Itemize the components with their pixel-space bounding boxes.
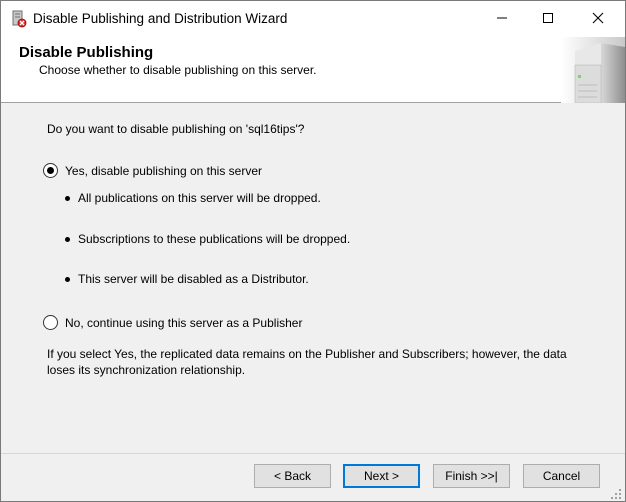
bullet-icon xyxy=(65,236,70,242)
radio-no-label: No, continue using this server as a Publ… xyxy=(65,315,303,330)
page-title: Disable Publishing xyxy=(19,44,154,61)
maximize-button[interactable] xyxy=(525,1,571,35)
wizard-server-icon xyxy=(9,9,29,29)
next-button[interactable]: Next > xyxy=(343,464,420,488)
radio-yes-label: Yes, disable publishing on this server xyxy=(65,163,263,178)
question-text: Do you want to disable publishing on 'sq… xyxy=(47,122,305,136)
bullet-text: This server will be disabled as a Distri… xyxy=(78,272,309,286)
radio-yes-disable[interactable]: Yes, disable publishing on this server xyxy=(43,163,262,178)
minimize-button[interactable] xyxy=(479,1,525,35)
finish-button[interactable]: Finish >>| xyxy=(433,464,510,488)
minimize-icon xyxy=(497,17,507,19)
back-button[interactable]: < Back xyxy=(254,464,331,488)
title-bar[interactable]: Disable Publishing and Distribution Wiza… xyxy=(1,1,625,37)
close-button[interactable] xyxy=(575,1,621,35)
wizard-window: Disable Publishing and Distribution Wiza… xyxy=(0,0,626,502)
maximize-icon xyxy=(543,13,553,23)
bullet-text: All publications on this server will be … xyxy=(78,191,321,205)
close-icon xyxy=(592,12,604,24)
cancel-button[interactable]: Cancel xyxy=(523,464,600,488)
resize-grip-icon[interactable] xyxy=(609,487,623,501)
page-subtitle: Choose whether to disable publishing on … xyxy=(39,63,317,77)
wizard-content: Do you want to disable publishing on 'sq… xyxy=(1,104,625,454)
radio-no-indicator[interactable] xyxy=(43,315,58,330)
radio-no-continue[interactable]: No, continue using this server as a Publ… xyxy=(43,315,302,330)
window-title: Disable Publishing and Distribution Wiza… xyxy=(33,11,288,26)
info-note: If you select Yes, the replicated data r… xyxy=(47,347,567,377)
server-graphic-icon xyxy=(561,37,625,104)
bullet-icon xyxy=(65,276,70,282)
list-item: This server will be disabled as a Distri… xyxy=(65,272,309,286)
radio-yes-indicator[interactable] xyxy=(43,163,58,178)
bullet-icon xyxy=(65,195,70,201)
bullet-text: Subscriptions to these publications will… xyxy=(78,232,351,246)
list-item: All publications on this server will be … xyxy=(65,191,321,205)
wizard-header: Disable Publishing Choose whether to dis… xyxy=(1,37,625,104)
list-item: Subscriptions to these publications will… xyxy=(65,232,350,246)
footer-divider xyxy=(1,453,625,454)
